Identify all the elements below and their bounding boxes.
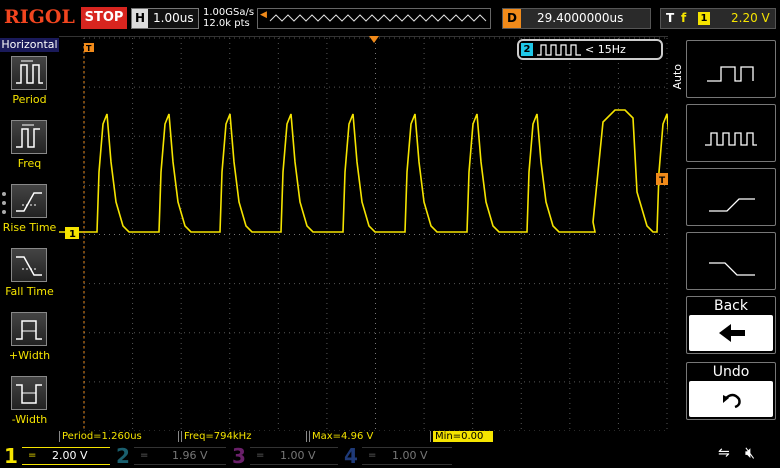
channel-4-tab[interactable]: 4 = 1.00 V (344, 445, 452, 467)
trigger-source-badge: 1 (698, 12, 710, 25)
delay-value: 29.4000000us (537, 11, 624, 25)
measure-rise-time-button[interactable]: Rise Time (0, 184, 59, 244)
pos-width-icon (11, 312, 47, 346)
rising-edge-button[interactable] (686, 168, 776, 226)
trigger-mode-label: Auto (671, 64, 684, 90)
timebase-display[interactable]: H 1.00us (131, 8, 199, 29)
neg-width-icon (11, 376, 47, 410)
graticule-grid (83, 37, 668, 431)
single-pulse-icon (707, 66, 754, 82)
trigger-label: T (666, 11, 675, 25)
pulse-train-icon (537, 44, 581, 56)
measurement-max[interactable]: Max=4.96 V (309, 431, 431, 442)
trigger-menu-panel: Auto Back Undo (668, 36, 780, 442)
waveform-display[interactable]: 1 T T 2 < 15Hz (59, 36, 668, 431)
trigger-level-value: 2.20 V (731, 11, 770, 25)
undo-label: Undo (712, 364, 750, 380)
ch1-marker-label: 1 (69, 229, 76, 240)
delay-label: D (503, 9, 521, 28)
channel-2-tab[interactable]: 2 = 1.96 V (116, 445, 226, 467)
memory-depth: 12.0k pts (203, 18, 250, 29)
channel-2-coupling-icon: = (140, 450, 149, 461)
trigger-top-marker: T (84, 43, 94, 53)
ch1-waveform (59, 109, 668, 233)
undo-icon (723, 393, 741, 409)
timebase-label: H (132, 9, 148, 28)
channel-1-tab[interactable]: 1 = 2.00 V (4, 445, 110, 467)
channel-1-number: 1 (4, 444, 18, 468)
back-label: Back (714, 298, 748, 314)
pos-width-label: +Width (8, 349, 51, 362)
horizontal-measure-panel: Horizontal Period Freq Rise Time Fall Ti… (0, 36, 59, 440)
rise-time-label: Rise Time (2, 221, 57, 234)
falling-edge-icon (709, 262, 755, 276)
neg-width-label: -Width (11, 413, 48, 426)
trigger-level-marker[interactable]: T (656, 173, 668, 186)
measure-period-button[interactable]: Period (0, 56, 59, 116)
ch2-frequency-value: < 15Hz (585, 43, 626, 56)
measurement-period[interactable]: Period=1.260us (59, 431, 179, 442)
acquisition-info: 1.00GSa/s 12.0k pts (203, 7, 254, 29)
freq-label: Freq (17, 157, 42, 170)
fall-time-icon (11, 248, 47, 282)
ch2-frequency-counter-badge[interactable]: 2 < 15Hz (517, 39, 663, 60)
freq-icon (11, 120, 47, 154)
measure-freq-button[interactable]: Freq (0, 120, 59, 180)
channel-3-tab[interactable]: 3 = 1.00 V (232, 445, 338, 467)
speaker-mute-icon[interactable]: 🔇︎ (745, 443, 755, 463)
trigger-top-marker-label: T (86, 44, 92, 53)
measure-pos-width-button[interactable]: +Width (0, 312, 59, 372)
channel-4-number: 4 (344, 444, 358, 468)
channel-3-number: 3 (232, 444, 246, 468)
channel-1-scale: 2.00 V (52, 449, 88, 462)
channel-2-number: 2 (116, 444, 130, 468)
left-arrow-icon (719, 324, 745, 342)
pulse-train-button[interactable] (686, 104, 776, 162)
back-button[interactable]: Back (686, 296, 776, 354)
panel-title: Horizontal (0, 38, 59, 52)
measurement-freq[interactable]: Freq=794kHz (181, 431, 307, 442)
single-pulse-button[interactable] (686, 40, 776, 98)
trigger-marker-label: T (659, 176, 666, 186)
channel-4-coupling-icon: = (368, 450, 377, 461)
brand-logo: RIGOL (4, 6, 75, 28)
measure-neg-width-button[interactable]: -Width (0, 376, 59, 436)
sample-rate: 1.00GSa/s (203, 7, 255, 18)
rising-edge-icon: f (681, 11, 687, 25)
waveform-graticule: 1 T T (59, 36, 668, 431)
rising-edge-icon (709, 198, 755, 212)
trigger-position-marker-icon: ◀ (260, 10, 267, 20)
measure-fall-time-button[interactable]: Fall Time (0, 248, 59, 308)
measurement-results-bar: Period=1.260us Freq=794kHz Max=4.96 V Mi… (59, 431, 668, 453)
trigger-display[interactable]: T f 1 2.20 V (660, 8, 776, 29)
memory-overview-bar: ◀ (257, 8, 491, 29)
trigger-time-marker[interactable] (369, 36, 379, 43)
run-stop-indicator[interactable]: STOP (81, 7, 127, 29)
usb-icon: ⇋ (718, 445, 730, 461)
memory-waveform-overview (269, 14, 487, 22)
channel-status-bar: 1 = 2.00 V 2 = 1.96 V 3 = 1.00 V 4 = 1.0… (0, 442, 780, 468)
measurement-min[interactable]: Min=0.00 V (433, 431, 493, 453)
rise-time-icon (11, 184, 47, 218)
channel-1-coupling-icon: = (28, 450, 37, 461)
ch2-badge-number: 2 (521, 43, 533, 56)
ch1-ground-marker[interactable]: 1 (65, 227, 79, 240)
top-status-bar: RIGOL STOP H 1.00us 1.00GSa/s 12.0k pts ◀… (0, 0, 780, 36)
delay-display[interactable]: D 29.4000000us (502, 8, 651, 29)
fall-time-label: Fall Time (5, 285, 54, 298)
period-label: Period (12, 93, 47, 106)
channel-4-scale: 1.00 V (392, 449, 428, 462)
channel-3-scale: 1.00 V (280, 449, 316, 462)
undo-button[interactable]: Undo (686, 362, 776, 420)
falling-edge-button[interactable] (686, 232, 776, 290)
channel-3-coupling-icon: = (256, 450, 265, 461)
period-icon (11, 56, 47, 90)
pulse-train-icon (705, 132, 757, 146)
channel-2-scale: 1.96 V (172, 449, 208, 462)
timebase-value: 1.00us (153, 11, 194, 25)
